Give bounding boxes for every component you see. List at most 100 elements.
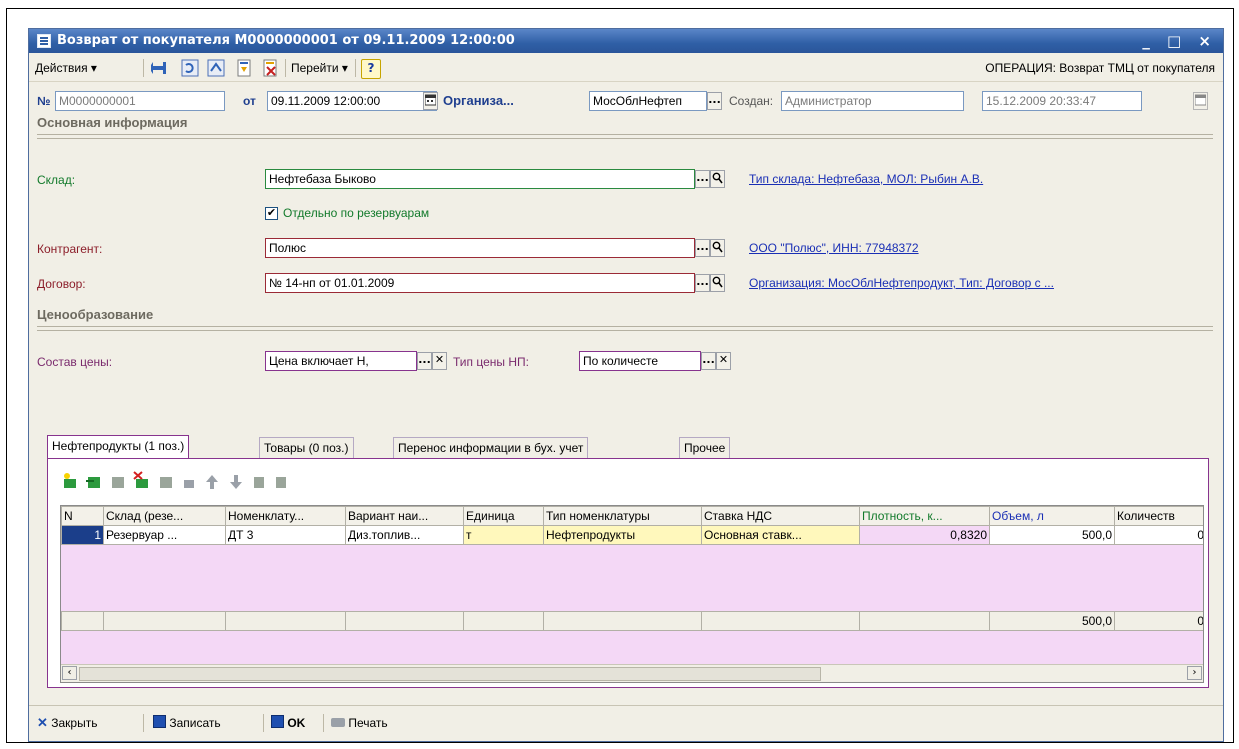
move-down-icon — [230, 475, 242, 489]
cell-volume[interactable]: 500,0 — [989, 525, 1115, 545]
cell-variant[interactable]: Диз.топлив... — [345, 525, 464, 545]
cell-density[interactable]: 0,8320 — [859, 525, 990, 545]
created-date-field[interactable]: 15.12.2009 20:33:47 — [982, 91, 1142, 111]
price-type-field[interactable]: По количесте — [579, 351, 701, 371]
col-warehouse[interactable]: Склад (резе... — [103, 506, 226, 526]
close-icon: ✕ — [37, 715, 48, 730]
scroll-left-icon[interactable]: ‹ — [62, 666, 77, 680]
total-cell — [225, 611, 346, 631]
refresh-icon[interactable] — [181, 59, 199, 77]
delete-row-icon — [133, 471, 148, 488]
contract-field[interactable]: № 14-нп от 01.01.2009 — [265, 273, 695, 293]
window-title: Возврат от покупателя М0000000001 от 09.… — [57, 33, 515, 48]
number-field[interactable]: М0000000001 — [55, 91, 225, 111]
save-and-close-icon — [271, 715, 284, 728]
contract-select-button[interactable]: ... — [695, 274, 710, 292]
bottom-bar: ✕ Закрыть Записать OK Печать — [29, 705, 1223, 740]
section-pricing: Ценообразование — [37, 307, 154, 322]
col-variant[interactable]: Вариант наи... — [345, 506, 464, 526]
warehouse-field[interactable]: Нефтебаза Быково — [265, 169, 695, 189]
help-icon[interactable]: ? — [361, 59, 381, 79]
table-row[interactable]: 1 Резервуар ... ДТ 3 Диз.топлив... т Неф… — [61, 525, 1203, 545]
add-row-icon — [64, 473, 76, 488]
cell-nomenclature[interactable]: ДТ 3 — [225, 525, 346, 545]
tab-other[interactable]: Прочее — [679, 437, 731, 459]
price-composition-select-button[interactable]: ... — [417, 352, 432, 370]
products-grid[interactable]: N Склад (резе... Номенклату... Вариант н… — [60, 505, 1204, 683]
toolbar: Действия ▾ Перейти ▾ ? ОПЕРАЦИЯ: Возврат… — [29, 55, 1223, 82]
document-unpost-icon[interactable] — [261, 59, 279, 77]
col-quantity[interactable]: Количеств — [1114, 506, 1203, 526]
counterparty-search-icon[interactable] — [710, 239, 725, 257]
cell-warehouse[interactable]: Резервуар ... — [103, 525, 226, 545]
organization-field[interactable]: МосОблНефтеп — [589, 91, 707, 111]
calendar-icon[interactable] — [423, 92, 438, 110]
cell-quantity[interactable]: 0 — [1114, 525, 1203, 545]
cell-unit[interactable]: т — [463, 525, 544, 545]
actions-menu[interactable]: Действия ▾ — [35, 58, 97, 78]
col-vat-rate[interactable]: Ставка НДС — [701, 506, 860, 526]
date-label: от — [243, 94, 256, 108]
scroll-thumb[interactable] — [79, 667, 821, 681]
warehouse-select-button[interactable]: ... — [695, 170, 710, 188]
contract-info-link[interactable]: Организация: МосОблНефтепродукт, Тип: До… — [749, 273, 1054, 293]
close-button[interactable]: ✕ Закрыть — [37, 713, 97, 733]
operation-label[interactable]: ОПЕРАЦИЯ: Возврат ТМЦ от покупателя — [985, 58, 1215, 78]
print-button[interactable]: Печать — [331, 713, 388, 733]
col-n[interactable]: N — [61, 506, 104, 526]
date-field[interactable]: 09.11.2009 12:00:00 — [267, 91, 437, 111]
organization-select-button[interactable]: ... — [707, 92, 722, 110]
created-by-field[interactable]: Администратор — [781, 91, 964, 111]
move-up-icon — [206, 475, 218, 489]
organization-label: Организа... — [443, 93, 514, 108]
toolbar-separator — [143, 59, 144, 77]
warehouse-search-icon[interactable] — [710, 170, 725, 188]
counterparty-select-button[interactable]: ... — [695, 239, 710, 257]
goto-menu[interactable]: Перейти ▾ — [291, 58, 348, 78]
horizontal-scrollbar[interactable]: ‹ › — [61, 664, 1203, 682]
total-cell — [463, 611, 544, 631]
enter-based-on-icon[interactable] — [149, 59, 169, 77]
toolbar-separator — [323, 714, 324, 732]
price-composition-field[interactable]: Цена включает Н, — [265, 351, 417, 371]
number-label: № — [37, 94, 51, 108]
post-icon[interactable] — [207, 59, 225, 77]
contract-search-icon[interactable] — [710, 274, 725, 292]
col-unit[interactable]: Единица — [463, 506, 544, 526]
counterparty-info-link[interactable]: ООО "Полюс", ИНН: 77948372 — [749, 238, 919, 258]
grid-toolbar — [62, 471, 402, 493]
document-icon — [37, 34, 51, 48]
sort-desc-icon — [276, 477, 286, 488]
end-edit-icon — [160, 477, 172, 488]
scroll-right-icon[interactable]: › — [1187, 666, 1202, 680]
title-bar[interactable]: Возврат от покупателя М0000000001 от 09.… — [29, 29, 1223, 53]
toolbar-separator — [263, 714, 264, 732]
warehouse-info-link[interactable]: Тип склада: Нефтебаза, МОЛ: Рыбин А.В. — [749, 169, 983, 189]
tab-accounting-transfer[interactable]: Перенос информации в бух. учет — [393, 437, 589, 459]
document-post-icon[interactable] — [235, 59, 253, 77]
price-type-clear-icon[interactable]: ✕ — [716, 352, 731, 370]
cell-n[interactable]: 1 — [61, 525, 104, 545]
counterparty-field[interactable]: Полюс — [265, 238, 695, 258]
price-composition-clear-icon[interactable]: ✕ — [432, 352, 447, 370]
col-volume[interactable]: Объем, л — [989, 506, 1115, 526]
cell-nomenclature-type[interactable]: Нефтепродукты — [543, 525, 702, 545]
tab-goods[interactable]: Товары (0 поз.) — [259, 437, 354, 459]
total-cell — [543, 611, 702, 631]
col-nomenclature[interactable]: Номенклату... — [225, 506, 346, 526]
tab-oil-products[interactable]: Нефтепродукты (1 поз.) — [47, 435, 190, 460]
cell-vat-rate[interactable]: Основная ставк... — [701, 525, 860, 545]
price-type-label: Тип цены НП: — [453, 355, 529, 369]
save-button[interactable]: Записать — [153, 713, 221, 733]
ok-button[interactable]: OK — [271, 713, 305, 733]
total-cell — [61, 611, 104, 631]
total-cell — [103, 611, 226, 631]
created-calendar-icon[interactable] — [1193, 92, 1208, 110]
fill-icon — [184, 480, 194, 488]
col-density[interactable]: Плотность, к... — [859, 506, 990, 526]
col-nomenclature-type[interactable]: Тип номенклатуры — [543, 506, 702, 526]
price-type-select-button[interactable]: ... — [701, 352, 716, 370]
reservoir-checkbox[interactable]: ✔ — [265, 207, 278, 220]
window-controls[interactable]: _ □ × — [1142, 29, 1217, 53]
reservoir-checkbox-label[interactable]: Отдельно по резервуарам — [283, 203, 429, 223]
